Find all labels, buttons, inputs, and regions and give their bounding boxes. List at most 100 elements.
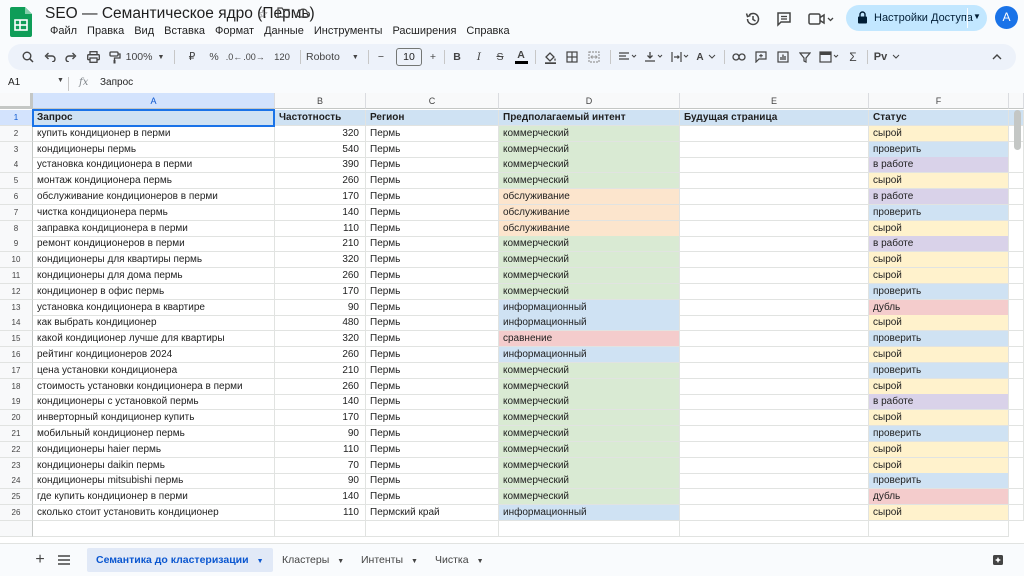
table-cell-col-c[interactable]: Пермь xyxy=(366,331,499,348)
table-cell-col-d[interactable]: коммерческий xyxy=(499,426,680,442)
table-cell-col-b[interactable]: 140 xyxy=(275,204,366,221)
table-cell-col-a[interactable]: монтаж кондиционера пермь xyxy=(33,173,275,190)
table-cell-col-a[interactable]: мобильный кондиционер пермь xyxy=(33,426,275,442)
table-cell-col-f[interactable]: сырой xyxy=(869,505,1009,521)
table-cell-col-b[interactable]: 260 xyxy=(275,268,366,284)
header-cell-col-a[interactable]: Запрос xyxy=(33,110,275,126)
row-header[interactable]: 6 xyxy=(0,189,33,205)
functions-icon[interactable]: Σ xyxy=(844,44,862,70)
table-cell-col-e[interactable] xyxy=(680,347,869,363)
menu-file[interactable]: Файл xyxy=(45,24,82,38)
menu-tools[interactable]: Инструменты xyxy=(309,24,388,38)
sheet-tab-intents[interactable]: Интенты ▼ xyxy=(352,548,427,572)
table-cell-col-e[interactable] xyxy=(680,299,869,316)
table-cell-col-a[interactable]: заправка кондиционера в перми xyxy=(33,220,275,237)
cloud-status-icon[interactable] xyxy=(296,7,311,21)
column-header-d[interactable]: D xyxy=(499,93,680,109)
table-cell-col-f[interactable]: сырой xyxy=(869,252,1009,269)
undo-icon[interactable] xyxy=(40,44,60,70)
row-header[interactable]: 5 xyxy=(0,173,33,190)
table-cell-col-e[interactable] xyxy=(680,331,869,348)
table-cell-col-b[interactable]: 210 xyxy=(275,362,366,379)
header-cell-col-e[interactable]: Будущая страница xyxy=(680,110,869,126)
header-cell-col-f[interactable]: Статус xyxy=(869,110,1009,126)
row-header[interactable]: 2 xyxy=(0,125,33,142)
table-cell-col-b[interactable]: 90 xyxy=(275,473,366,490)
fill-color-icon[interactable] xyxy=(541,44,559,70)
table-cell-col-b[interactable]: 320 xyxy=(275,331,366,348)
table-cell-col-b[interactable]: 540 xyxy=(275,141,366,158)
table-cell-col-c[interactable]: Пермь xyxy=(366,173,499,190)
table-cell-col-b[interactable]: 140 xyxy=(275,489,366,506)
table-cell-col-e[interactable] xyxy=(680,252,869,269)
table-cell-col-d[interactable]: информационный xyxy=(499,299,680,316)
row-header[interactable]: 26 xyxy=(0,505,33,521)
table-cell-col-f[interactable]: проверить xyxy=(869,204,1009,221)
table-cell-col-f[interactable]: сырой xyxy=(869,125,1009,142)
row-header[interactable]: 20 xyxy=(0,410,33,427)
table-cell-col-c[interactable]: Пермский край xyxy=(366,505,499,521)
row-header[interactable]: 1 xyxy=(0,110,33,126)
add-sheet-icon[interactable]: + xyxy=(30,548,50,572)
table-cell-col-f[interactable]: сырой xyxy=(869,315,1009,332)
table-cell-col-a[interactable]: сколько стоит установить кондиционер xyxy=(33,505,275,521)
table-cell-empty[interactable] xyxy=(366,520,499,537)
table-cell-col-c[interactable]: Пермь xyxy=(366,473,499,490)
select-all-corner[interactable] xyxy=(0,93,33,109)
table-cell-col-c[interactable]: Пермь xyxy=(366,410,499,427)
table-cell-col-c[interactable]: Пермь xyxy=(366,141,499,158)
currency-format-button[interactable]: ₽ xyxy=(184,44,200,70)
row-header[interactable]: 13 xyxy=(0,299,33,316)
menu-view[interactable]: Вид xyxy=(129,24,159,38)
filter-icon[interactable] xyxy=(796,44,814,70)
table-cell-col-f[interactable]: сырой xyxy=(869,457,1009,474)
table-cell-col-c[interactable]: Пермь xyxy=(366,299,499,316)
table-cell-col-d[interactable]: коммерческий xyxy=(499,125,680,142)
table-cell-col-a[interactable]: установка кондиционера в перми xyxy=(33,157,275,174)
table-cell-col-f[interactable]: сырой xyxy=(869,378,1009,395)
row-header[interactable]: 22 xyxy=(0,441,33,458)
row-header[interactable]: 24 xyxy=(0,473,33,490)
table-cell-col-a[interactable]: кондиционер в офис пермь xyxy=(33,283,275,300)
font-size-increase-button[interactable]: + xyxy=(426,44,440,70)
share-dropdown-icon[interactable]: ▼ xyxy=(973,12,981,21)
row-header[interactable]: 11 xyxy=(0,268,33,284)
table-cell-col-f[interactable]: в работе xyxy=(869,394,1009,411)
table-cell-col-e[interactable] xyxy=(680,378,869,395)
table-cell-col-b[interactable]: 110 xyxy=(275,505,366,521)
row-header[interactable]: 9 xyxy=(0,236,33,253)
table-cell-col-c[interactable]: Пермь xyxy=(366,362,499,379)
table-cell-col-b[interactable]: 70 xyxy=(275,457,366,474)
table-cell-col-f[interactable]: сырой xyxy=(869,268,1009,284)
row-header[interactable] xyxy=(0,520,33,537)
chevron-down-icon[interactable]: ▼ xyxy=(57,77,64,84)
table-cell-col-a[interactable]: кондиционеры пермь xyxy=(33,141,275,158)
table-cell-col-d[interactable]: коммерческий xyxy=(499,457,680,474)
table-cell-col-a[interactable]: кондиционеры haier пермь xyxy=(33,441,275,458)
table-cell-col-e[interactable] xyxy=(680,220,869,237)
row-header[interactable]: 16 xyxy=(0,347,33,363)
table-cell-col-e[interactable] xyxy=(680,268,869,284)
table-cell-col-d[interactable]: обслуживание xyxy=(499,189,680,205)
table-cell-col-d[interactable]: информационный xyxy=(499,505,680,521)
table-cell-col-f[interactable]: сырой xyxy=(869,410,1009,427)
table-cell-col-d[interactable]: информационный xyxy=(499,315,680,332)
avatar[interactable]: A xyxy=(995,6,1018,29)
share-button[interactable]: Настройки Доступа ▼ xyxy=(846,5,987,31)
table-cell-col-d[interactable]: обслуживание xyxy=(499,220,680,237)
sheets-logo-icon[interactable] xyxy=(10,7,34,39)
row-header[interactable]: 8 xyxy=(0,220,33,237)
meet-video-icon[interactable] xyxy=(806,9,836,29)
increase-decimal-button[interactable]: .00→ xyxy=(243,44,265,70)
column-header-e[interactable]: E xyxy=(680,93,869,109)
print-icon[interactable] xyxy=(83,44,103,70)
chevron-down-icon[interactable]: ▼ xyxy=(337,558,344,565)
table-cell-col-c[interactable]: Пермь xyxy=(366,220,499,237)
vertical-align-icon[interactable] xyxy=(642,44,666,70)
table-cell-col-f[interactable]: дубль xyxy=(869,489,1009,506)
table-cell-col-b[interactable]: 210 xyxy=(275,236,366,253)
column-header-b[interactable]: B xyxy=(275,93,366,109)
row-header[interactable]: 21 xyxy=(0,426,33,442)
history-icon[interactable] xyxy=(743,9,763,29)
table-cell-col-a[interactable]: рейтинг кондиционеров 2024 xyxy=(33,347,275,363)
